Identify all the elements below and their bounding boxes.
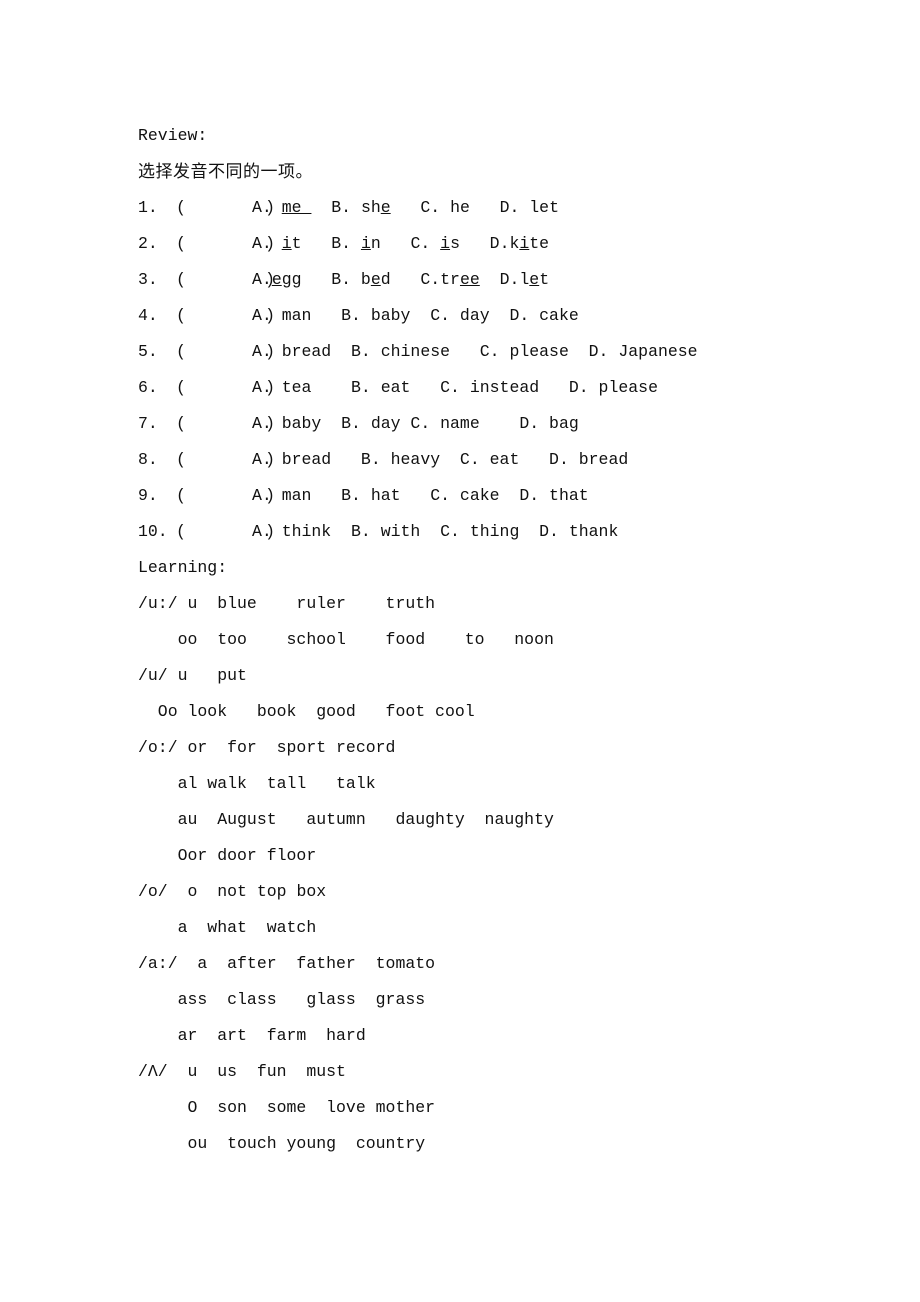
question-options: A. think B. with C. thing D. thank [252, 522, 619, 541]
learning-row: al walk tall talk [138, 766, 838, 802]
question-options: A. me B. she C. he D. let [252, 198, 559, 217]
review-heading: Review: [138, 126, 208, 145]
question-options: A.egg B. bed C.tree D.let [252, 270, 550, 289]
learning-row: ou touch young country [138, 1126, 838, 1162]
answer-blank[interactable]: ( ) [176, 298, 275, 334]
question-row: 10. ( )A. think B. with C. thing D. thank [138, 514, 838, 550]
learning-row: /o/ o not top box [138, 874, 838, 910]
learning-row: Oo look book good foot cool [138, 694, 838, 730]
learning-row: /a:/ a after father tomato [138, 946, 838, 982]
question-number: 8. [138, 450, 158, 469]
review-instruction: 选择发音不同的一项。 [138, 162, 313, 182]
document-content: Review: 选择发音不同的一项。 1.( )A. me B. she C. … [138, 118, 838, 1162]
question-row: 3. ( )A.egg B. bed C.tree D.let [138, 262, 838, 298]
learning-words: u us fun must [167, 1062, 346, 1081]
learning-words: Oo look book good foot cool [138, 702, 475, 721]
question-options: A. it B. in C. is D.kite [252, 234, 550, 253]
question-row: 6. ( )A. tea B. eat C. instead D. please [138, 370, 838, 406]
learning-row-list: /u:/ u blue ruler truth oo too school fo… [138, 586, 838, 1162]
question-number: 1. [138, 198, 158, 217]
answer-blank[interactable]: ( ) [176, 226, 275, 262]
question-row: 1. ( )A. me B. she C. he D. let [138, 190, 838, 226]
answer-blank[interactable]: ( ) [176, 370, 275, 406]
learning-words: ar art farm hard [138, 1026, 366, 1045]
question-number: 4. [138, 306, 158, 325]
learning-row: Oor door floor [138, 838, 838, 874]
question-number: 3. [138, 270, 158, 289]
question-number: 6. [138, 378, 158, 397]
answer-blank[interactable]: ( ) [176, 262, 275, 298]
learning-words: a after father tomato [177, 954, 436, 973]
question-options: A. baby B. day C. name D. bag [252, 414, 579, 433]
learning-row: au August autumn daughty naughty [138, 802, 838, 838]
review-question-list: 1.( )A. me B. she C. he D. let 2.( )A. it… [138, 190, 838, 550]
phonetic-symbol: /a:/ [138, 954, 178, 973]
question-row: 9. ( )A. man B. hat C. cake D. that [138, 478, 838, 514]
learning-row: /o:/ or for sport record [138, 730, 838, 766]
learning-row: oo too school food to noon [138, 622, 838, 658]
question-row: 8. ( )A. bread B. heavy C. eat D. bread [138, 442, 838, 478]
question-options: A. bread B. heavy C. eat D. bread [252, 450, 629, 469]
answer-blank[interactable]: ( ) [176, 406, 275, 442]
learning-row: O son some love mother [138, 1090, 838, 1126]
learning-words: a what watch [138, 918, 317, 937]
learning-words: u blue ruler truth [177, 594, 436, 613]
learning-words: oo too school food to noon [138, 630, 554, 649]
learning-words: Oor door floor [138, 846, 317, 865]
question-number: 9. [138, 486, 158, 505]
question-row: 5. ( )A. bread B. chinese C. please D. Ja… [138, 334, 838, 370]
phonetic-symbol: /u:/ [138, 594, 178, 613]
answer-blank[interactable]: ( ) [176, 442, 275, 478]
phonetic-symbol: /u/ [138, 666, 168, 685]
answer-blank[interactable]: ( ) [176, 514, 275, 550]
learning-row: /Λ/ u us fun must [138, 1054, 838, 1090]
question-number: 5. [138, 342, 158, 361]
phonetic-symbol: /Λ/ [138, 1062, 168, 1081]
learning-words: ou touch young country [138, 1134, 426, 1153]
learning-row: ass class glass grass [138, 982, 838, 1018]
answer-blank[interactable]: ( ) [176, 478, 275, 514]
document-page: Review: 选择发音不同的一项。 1.( )A. me B. she C. … [0, 0, 920, 1302]
question-options: A. bread B. chinese C. please D. Japanes… [252, 342, 698, 361]
learning-words: o not top box [167, 882, 327, 901]
question-options: A. man B. baby C. day D. cake [252, 306, 579, 325]
learning-row: ar art farm hard [138, 1018, 838, 1054]
question-number: 10. [138, 522, 168, 541]
question-row: 2. ( )A. it B. in C. is D.kite [138, 226, 838, 262]
learning-words: or for sport record [177, 738, 396, 757]
phonetic-symbol: /o/ [138, 882, 168, 901]
learning-words: au August autumn daughty naughty [138, 810, 554, 829]
learning-words: ass class glass grass [138, 990, 426, 1009]
question-number: 2. [138, 234, 158, 253]
question-row: 4. ( )A. man B. baby C. day D. cake [138, 298, 838, 334]
answer-blank[interactable]: ( ) [176, 190, 275, 226]
question-options: A. man B. hat C. cake D. that [252, 486, 589, 505]
phonetic-symbol: /o:/ [138, 738, 178, 757]
learning-words: O son some love mother [138, 1098, 436, 1117]
learning-words: u put [167, 666, 247, 685]
learning-heading: Learning: [138, 558, 228, 577]
learning-row: a what watch [138, 910, 838, 946]
question-number: 7. [138, 414, 158, 433]
learning-words: al walk tall talk [138, 774, 376, 793]
answer-blank[interactable]: ( ) [176, 334, 275, 370]
question-options: A. tea B. eat C. instead D. please [252, 378, 658, 397]
question-row: 7. ( )A. baby B. day C. name D. bag [138, 406, 838, 442]
learning-row: /u:/ u blue ruler truth [138, 586, 838, 622]
learning-row: /u/ u put [138, 658, 838, 694]
